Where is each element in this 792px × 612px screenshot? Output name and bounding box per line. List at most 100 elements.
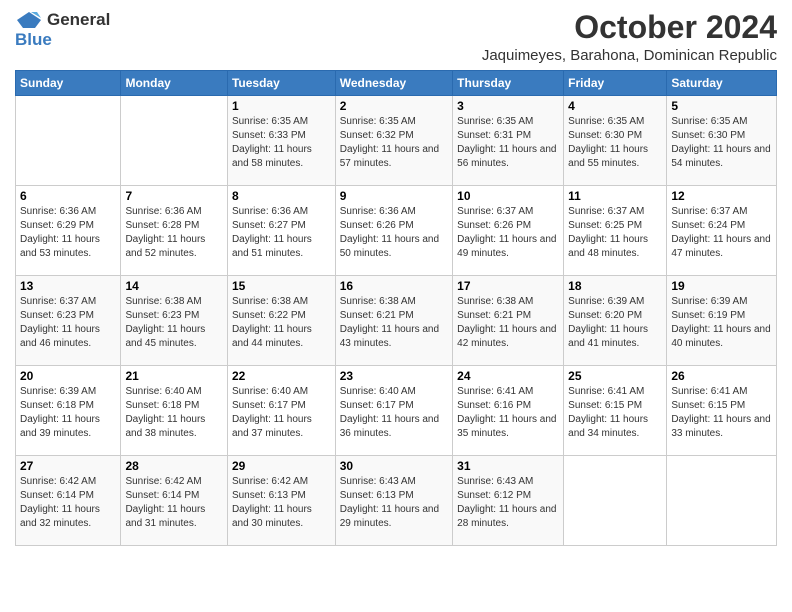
day-number: 1 — [232, 99, 331, 113]
day-info: Sunrise: 6:43 AMSunset: 6:12 PMDaylight:… — [457, 475, 559, 531]
weekday-header-thursday: Thursday — [453, 71, 564, 96]
day-info: Sunrise: 6:42 AMSunset: 6:13 PMDaylight:… — [232, 475, 331, 531]
day-info: Sunrise: 6:35 AMSunset: 6:31 PMDaylight:… — [457, 115, 559, 171]
day-number: 24 — [457, 369, 559, 383]
weekday-header-row: SundayMondayTuesdayWednesdayThursdayFrid… — [16, 71, 777, 96]
day-number: 13 — [20, 279, 116, 293]
day-cell: 1 Sunrise: 6:35 AMSunset: 6:33 PMDaylight… — [227, 96, 335, 186]
calendar-table: SundayMondayTuesdayWednesdayThursdayFrid… — [15, 70, 777, 546]
weekday-header-wednesday: Wednesday — [335, 71, 452, 96]
day-info: Sunrise: 6:35 AMSunset: 6:32 PMDaylight:… — [340, 115, 448, 171]
day-number: 16 — [340, 279, 448, 293]
day-number: 3 — [457, 99, 559, 113]
day-info: Sunrise: 6:37 AMSunset: 6:24 PMDaylight:… — [671, 205, 772, 261]
page-header: General Blue October 2024 Jaquimeyes, Ba… — [15, 10, 777, 64]
day-cell: 19 Sunrise: 6:39 AMSunset: 6:19 PMDayligh… — [667, 276, 777, 366]
week-row-1: 1 Sunrise: 6:35 AMSunset: 6:33 PMDaylight… — [16, 96, 777, 186]
day-cell: 30Sunrise: 6:43 AMSunset: 6:13 PMDayligh… — [335, 456, 452, 546]
day-number: 22 — [232, 369, 331, 383]
day-cell: 13 Sunrise: 6:37 AMSunset: 6:23 PMDayligh… — [16, 276, 121, 366]
day-number: 4 — [568, 99, 662, 113]
week-row-2: 6Sunrise: 6:36 AMSunset: 6:29 PMDaylight… — [16, 186, 777, 276]
day-info: Sunrise: 6:39 AMSunset: 6:20 PMDaylight:… — [568, 295, 662, 351]
day-cell: 28 Sunrise: 6:42 AMSunset: 6:14 PMDayligh… — [121, 456, 228, 546]
day-cell: 11Sunrise: 6:37 AMSunset: 6:25 PMDayligh… — [564, 186, 667, 276]
day-cell — [564, 456, 667, 546]
day-cell: 25 Sunrise: 6:41 AMSunset: 6:15 PMDayligh… — [564, 366, 667, 456]
day-number: 25 — [568, 369, 662, 383]
day-cell — [667, 456, 777, 546]
calendar-body: 1 Sunrise: 6:35 AMSunset: 6:33 PMDaylight… — [16, 96, 777, 546]
day-number: 27 — [20, 459, 116, 473]
day-number: 5 — [671, 99, 772, 113]
day-number: 23 — [340, 369, 448, 383]
day-cell: 8 Sunrise: 6:36 AMSunset: 6:27 PMDaylight… — [227, 186, 335, 276]
day-cell: 22Sunrise: 6:40 AMSunset: 6:17 PMDayligh… — [227, 366, 335, 456]
logo-general-text: General — [47, 10, 110, 30]
day-cell: 24 Sunrise: 6:41 AMSunset: 6:16 PMDayligh… — [453, 366, 564, 456]
day-cell: 5 Sunrise: 6:35 AMSunset: 6:30 PMDaylight… — [667, 96, 777, 186]
day-cell: 3 Sunrise: 6:35 AMSunset: 6:31 PMDaylight… — [453, 96, 564, 186]
day-info: Sunrise: 6:38 AMSunset: 6:23 PMDaylight:… — [125, 295, 223, 351]
day-info: Sunrise: 6:36 AMSunset: 6:26 PMDaylight:… — [340, 205, 448, 261]
day-info: Sunrise: 6:42 AMSunset: 6:14 PMDaylight:… — [20, 475, 116, 531]
day-number: 17 — [457, 279, 559, 293]
day-cell: 27 Sunrise: 6:42 AMSunset: 6:14 PMDayligh… — [16, 456, 121, 546]
day-cell: 4Sunrise: 6:35 AMSunset: 6:30 PMDaylight… — [564, 96, 667, 186]
day-cell — [16, 96, 121, 186]
day-cell: 6Sunrise: 6:36 AMSunset: 6:29 PMDaylight… — [16, 186, 121, 276]
day-number: 8 — [232, 189, 331, 203]
day-info: Sunrise: 6:36 AMSunset: 6:29 PMDaylight:… — [20, 205, 116, 261]
day-number: 10 — [457, 189, 559, 203]
week-row-5: 27 Sunrise: 6:42 AMSunset: 6:14 PMDayligh… — [16, 456, 777, 546]
day-info: Sunrise: 6:37 AMSunset: 6:26 PMDaylight:… — [457, 205, 559, 261]
day-number: 31 — [457, 459, 559, 473]
day-number: 21 — [125, 369, 223, 383]
day-info: Sunrise: 6:38 AMSunset: 6:22 PMDaylight:… — [232, 295, 331, 351]
day-cell: 15 Sunrise: 6:38 AMSunset: 6:22 PMDayligh… — [227, 276, 335, 366]
day-info: Sunrise: 6:39 AMSunset: 6:19 PMDaylight:… — [671, 295, 772, 351]
day-info: Sunrise: 6:36 AMSunset: 6:28 PMDaylight:… — [125, 205, 223, 261]
weekday-header-monday: Monday — [121, 71, 228, 96]
day-info: Sunrise: 6:39 AMSunset: 6:18 PMDaylight:… — [20, 385, 116, 441]
day-cell: 21 Sunrise: 6:40 AMSunset: 6:18 PMDayligh… — [121, 366, 228, 456]
month-title: October 2024 — [482, 10, 777, 45]
day-info: Sunrise: 6:40 AMSunset: 6:17 PMDaylight:… — [340, 385, 448, 441]
day-info: Sunrise: 6:38 AMSunset: 6:21 PMDaylight:… — [457, 295, 559, 351]
day-number: 30 — [340, 459, 448, 473]
day-info: Sunrise: 6:38 AMSunset: 6:21 PMDaylight:… — [340, 295, 448, 351]
day-cell: 26 Sunrise: 6:41 AMSunset: 6:15 PMDayligh… — [667, 366, 777, 456]
day-info: Sunrise: 6:40 AMSunset: 6:18 PMDaylight:… — [125, 385, 223, 441]
day-cell — [121, 96, 228, 186]
day-number: 11 — [568, 189, 662, 203]
day-info: Sunrise: 6:36 AMSunset: 6:27 PMDaylight:… — [232, 205, 331, 261]
day-info: Sunrise: 6:37 AMSunset: 6:23 PMDaylight:… — [20, 295, 116, 351]
weekday-header-sunday: Sunday — [16, 71, 121, 96]
day-info: Sunrise: 6:42 AMSunset: 6:14 PMDaylight:… — [125, 475, 223, 531]
logo-blue-text: Blue — [15, 30, 52, 50]
day-info: Sunrise: 6:35 AMSunset: 6:30 PMDaylight:… — [671, 115, 772, 171]
day-number: 20 — [20, 369, 116, 383]
day-info: Sunrise: 6:41 AMSunset: 6:15 PMDaylight:… — [671, 385, 772, 441]
location-title: Jaquimeyes, Barahona, Dominican Republic — [482, 47, 777, 64]
day-cell: 29 Sunrise: 6:42 AMSunset: 6:13 PMDayligh… — [227, 456, 335, 546]
weekday-header-friday: Friday — [564, 71, 667, 96]
day-cell: 16 Sunrise: 6:38 AMSunset: 6:21 PMDayligh… — [335, 276, 452, 366]
week-row-4: 20 Sunrise: 6:39 AMSunset: 6:18 PMDayligh… — [16, 366, 777, 456]
logo: General Blue — [15, 10, 110, 50]
day-cell: 7 Sunrise: 6:36 AMSunset: 6:28 PMDaylight… — [121, 186, 228, 276]
day-number: 29 — [232, 459, 331, 473]
day-info: Sunrise: 6:41 AMSunset: 6:15 PMDaylight:… — [568, 385, 662, 441]
day-cell: 17 Sunrise: 6:38 AMSunset: 6:21 PMDayligh… — [453, 276, 564, 366]
day-info: Sunrise: 6:35 AMSunset: 6:33 PMDaylight:… — [232, 115, 331, 171]
day-number: 7 — [125, 189, 223, 203]
day-cell: 14Sunrise: 6:38 AMSunset: 6:23 PMDayligh… — [121, 276, 228, 366]
day-number: 15 — [232, 279, 331, 293]
day-cell: 9Sunrise: 6:36 AMSunset: 6:26 PMDaylight… — [335, 186, 452, 276]
day-number: 12 — [671, 189, 772, 203]
day-number: 28 — [125, 459, 223, 473]
day-number: 26 — [671, 369, 772, 383]
day-cell: 10 Sunrise: 6:37 AMSunset: 6:26 PMDayligh… — [453, 186, 564, 276]
day-number: 19 — [671, 279, 772, 293]
day-info: Sunrise: 6:41 AMSunset: 6:16 PMDaylight:… — [457, 385, 559, 441]
